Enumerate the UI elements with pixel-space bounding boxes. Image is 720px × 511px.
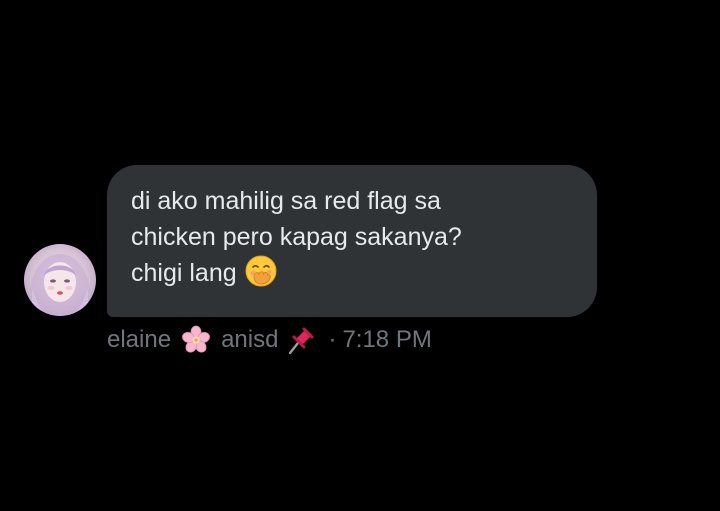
face-with-hand-over-mouth-icon	[245, 255, 277, 287]
message-line-1: di ako mahilig sa red flag sa	[131, 187, 441, 215]
dm-conversation: di ako mahilig sa red flag sa chicken pe…	[0, 0, 720, 511]
sender-handle[interactable]: anisd	[221, 326, 278, 354]
message-bubble[interactable]: di ako mahilig sa red flag sa chicken pe…	[107, 165, 597, 317]
avatar-image	[24, 244, 96, 316]
meta-separator: ·	[328, 326, 337, 353]
message-meta: elaine anisd · 7:18 PM	[107, 322, 432, 358]
pushpin-icon	[286, 325, 316, 355]
cherry-blossom-icon	[181, 325, 211, 355]
avatar[interactable]	[24, 244, 96, 316]
message-line-2: chicken pero kapag sakanya?	[131, 223, 462, 251]
message-timestamp: 7:18 PM	[342, 326, 432, 353]
message-line-3-text: chigi lang	[131, 259, 237, 287]
message-line-3: chigi lang	[131, 255, 573, 291]
sender-name[interactable]: elaine	[107, 326, 171, 354]
